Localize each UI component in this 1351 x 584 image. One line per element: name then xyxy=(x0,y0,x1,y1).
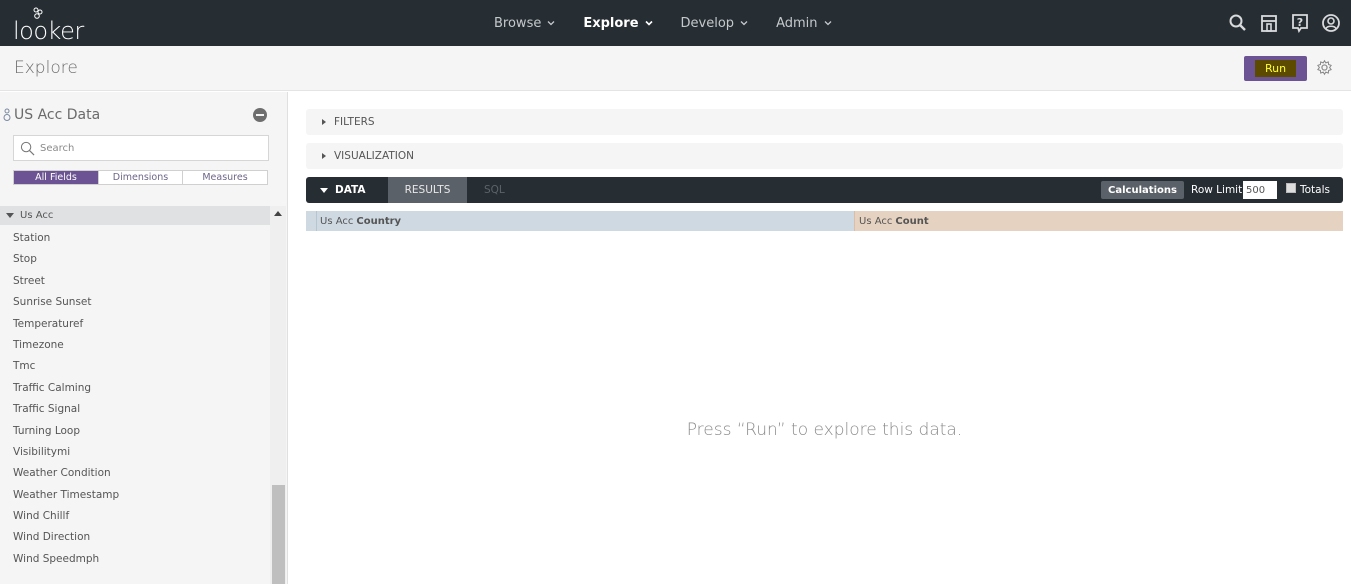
field-item[interactable]: Stop xyxy=(0,249,270,270)
nav-browse[interactable]: Browse xyxy=(494,16,555,31)
column-field-name: Country xyxy=(356,215,402,227)
sidebar-scrollbar[interactable] xyxy=(270,206,286,584)
explore-name: US Acc Data xyxy=(2,107,100,123)
scrollbar-thumb[interactable] xyxy=(272,485,285,584)
tab-results[interactable]: RESULTS xyxy=(388,177,467,203)
view-header-us-acc[interactable]: Us Acc xyxy=(0,206,270,225)
nav-develop[interactable]: Develop xyxy=(681,16,749,31)
row-limit-input[interactable] xyxy=(1243,181,1277,199)
chevron-down-icon xyxy=(547,21,555,26)
field-item[interactable]: Street xyxy=(0,271,270,292)
caret-down-icon xyxy=(6,213,14,218)
tab-dimensions[interactable]: Dimensions xyxy=(99,171,183,184)
search-icon xyxy=(20,141,35,155)
visualization-panel[interactable]: VISUALIZATION xyxy=(306,143,1343,169)
tab-measures[interactable]: Measures xyxy=(183,171,267,184)
nav-explore[interactable]: Explore xyxy=(583,15,653,31)
column-view-name: Us Acc xyxy=(859,215,893,227)
calculations-button[interactable]: Calculations xyxy=(1101,181,1184,199)
main-menu: Browse Explore Develop Admin xyxy=(494,0,860,46)
nav-icons: ? xyxy=(1217,0,1341,46)
explore-link-icon[interactable] xyxy=(2,108,12,122)
svg-text:?: ? xyxy=(1297,16,1303,29)
field-picker-sidebar: US Acc Data All Fields Dimensions Measur… xyxy=(0,92,288,584)
field-item[interactable]: Temperaturef xyxy=(0,314,270,335)
nav-admin-label: Admin xyxy=(776,15,818,31)
nav-admin[interactable]: Admin xyxy=(776,16,831,31)
user-account-icon[interactable] xyxy=(1321,13,1341,33)
field-search xyxy=(13,135,269,161)
run-button[interactable]: Run xyxy=(1244,56,1307,81)
row-limit-label: Row Limit xyxy=(1191,184,1243,196)
chevron-down-icon xyxy=(740,21,748,26)
field-item[interactable]: Wind Chillf xyxy=(0,506,270,527)
column-header-country[interactable]: Us Acc Country xyxy=(306,211,854,231)
field-item[interactable]: Station xyxy=(0,228,270,249)
chevron-down-icon xyxy=(644,20,653,26)
totals-checkbox[interactable] xyxy=(1286,183,1296,193)
nav-explore-label: Explore xyxy=(583,15,639,31)
view-header-label: Us Acc xyxy=(20,210,54,221)
field-item[interactable]: Visibilitymi xyxy=(0,442,270,463)
top-nav: looker Browse Explore Develop Admin ? xyxy=(0,0,1351,46)
field-item[interactable]: Weather Condition xyxy=(0,463,270,484)
marketplace-icon[interactable] xyxy=(1259,13,1279,33)
logo-text: looker xyxy=(13,17,84,45)
explore-name-label: US Acc Data xyxy=(14,107,101,123)
column-field-name: Count xyxy=(895,215,929,227)
gear-icon[interactable] xyxy=(1316,59,1333,76)
looker-logo[interactable]: looker xyxy=(13,7,93,45)
empty-results-message: Press “Run” to explore this data. xyxy=(686,420,963,440)
field-item[interactable]: Turning Loop xyxy=(0,421,270,442)
filters-panel[interactable]: FILTERS xyxy=(306,109,1343,135)
search-icon[interactable] xyxy=(1228,13,1248,33)
caret-down-icon xyxy=(320,187,328,193)
tab-sql[interactable]: SQL xyxy=(484,177,505,203)
field-list: State Station Stop Street Sunrise Sunset… xyxy=(0,219,270,570)
column-header-count[interactable]: Us Acc Count xyxy=(854,211,1343,231)
field-search-input[interactable] xyxy=(40,142,240,154)
tab-data[interactable]: DATA xyxy=(306,177,388,203)
field-item[interactable]: Sunrise Sunset xyxy=(0,292,270,313)
scroll-up-arrow-icon[interactable] xyxy=(274,211,282,216)
field-item[interactable]: Wind Direction xyxy=(0,527,270,548)
field-item[interactable]: Wind Speedmph xyxy=(0,549,270,570)
data-panel-bar: DATA RESULTS SQL Calculations Row Limit … xyxy=(306,177,1343,203)
field-item[interactable]: Traffic Calming xyxy=(0,378,270,399)
field-item[interactable]: Traffic Signal xyxy=(0,399,270,420)
visualization-label: VISUALIZATION xyxy=(334,150,414,162)
field-type-tabs: All Fields Dimensions Measures xyxy=(13,170,268,185)
totals-label: Totals xyxy=(1300,184,1330,196)
run-button-label: Run xyxy=(1254,60,1297,77)
nav-browse-label: Browse xyxy=(494,15,542,31)
filters-label: FILTERS xyxy=(334,116,375,128)
nav-develop-label: Develop xyxy=(680,15,735,31)
field-item[interactable]: Weather Timestamp xyxy=(0,485,270,506)
page-title: Explore xyxy=(14,58,78,78)
help-icon[interactable]: ? xyxy=(1290,13,1310,33)
explore-header: Explore Run xyxy=(0,46,1351,91)
caret-right-icon xyxy=(322,153,326,159)
field-item[interactable]: Tmc xyxy=(0,356,270,377)
caret-right-icon xyxy=(322,119,326,125)
tab-data-label: DATA xyxy=(335,184,366,196)
tab-all-fields[interactable]: All Fields xyxy=(14,171,99,184)
field-item[interactable]: Timezone xyxy=(0,335,270,356)
column-view-name: Us Acc xyxy=(320,215,354,227)
chevron-down-icon xyxy=(824,21,831,26)
collapse-sidebar-button[interactable] xyxy=(253,108,267,122)
